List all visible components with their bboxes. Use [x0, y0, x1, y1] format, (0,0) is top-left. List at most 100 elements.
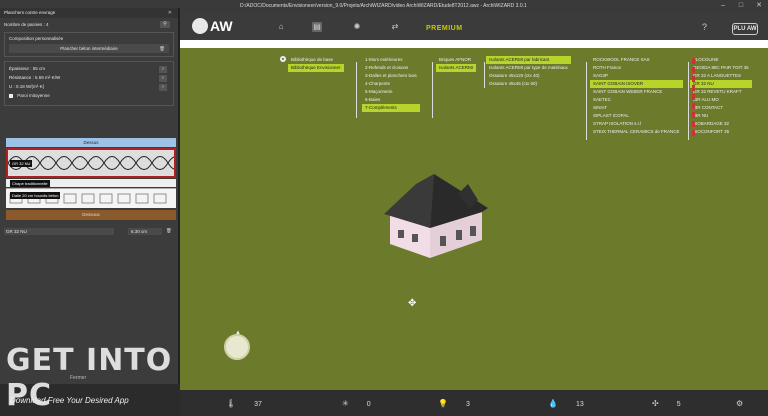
minimize-icon[interactable]: –: [714, 0, 732, 12]
home-icon[interactable]: ⌂: [276, 22, 286, 32]
light-item[interactable]: 💡 3: [438, 399, 470, 408]
product-item[interactable]: ISOBARDAGE 32: [690, 120, 752, 128]
manufacturer-item[interactable]: STEIX THERMAL CERAMICS de FRANCE: [590, 128, 683, 136]
subcategory-item[interactable]: Isolants ACERMI: [436, 64, 477, 72]
manufacturer-item[interactable]: ROCKWOOL FRANCE SAS: [590, 56, 683, 64]
trash-icon[interactable]: 🗑: [159, 44, 165, 53]
panel-title: Planchers contre envrage: [4, 10, 56, 15]
composition-label: Composition personnalisée: [9, 36, 64, 41]
product-item[interactable]: GR 32 NU: [690, 80, 752, 88]
floors-row: Nombre de paroies : 4 ⚲: [0, 18, 178, 30]
manufacturer-item[interactable]: SAETEC: [590, 96, 683, 104]
wind-item[interactable]: ✣ 5: [652, 399, 681, 408]
manufacturer-item[interactable]: SAINT GOBAIN ISOVER: [590, 80, 683, 88]
transfer-icon[interactable]: ⇄: [390, 22, 400, 32]
manufacturer-item[interactable]: SAINT GOBAIN WEBER FRANCE: [590, 88, 683, 96]
insulant-type-item[interactable]: Ossature 45x45 (ctx 60): [486, 80, 571, 88]
insulant-type-menu: Isolants ACERMI par fabricant Isolants AC…: [486, 56, 571, 88]
manufacturer-item[interactable]: SAG3P: [590, 72, 683, 80]
manufacturer-item[interactable]: SINIAT: [590, 104, 683, 112]
library-root-item[interactable]: Bibliothèque de base: [288, 56, 344, 64]
sun-icon[interactable]: ✺: [352, 22, 362, 32]
insulant-type-item[interactable]: Isolants ACERMI par type de matériaux: [486, 64, 571, 72]
close-icon[interactable]: ✕: [750, 0, 768, 12]
subcategory-item[interactable]: Briques AFNOR: [436, 56, 476, 64]
move-cursor-icon: ✥: [408, 298, 417, 309]
compass-north-icon: ▲: [235, 330, 241, 336]
category-item[interactable]: 7-Compléments: [362, 104, 420, 112]
light-value: 3: [465, 401, 470, 408]
environment-bar: 🌡 37 ✳ 0 💡 3 💧 13 ✣ 5 ⚙: [180, 390, 768, 416]
document-icon[interactable]: ▤: [312, 22, 322, 32]
u-arrow-icon[interactable]: ›: [159, 84, 167, 91]
house-model[interactable]: [370, 170, 500, 260]
element-name-field[interactable]: Plancher béton intermédiaire 🗑: [9, 44, 169, 53]
product-menu: FLOCOLINE GEOIDA 88C PAIR TOIT 35 GR 32 A …: [690, 56, 752, 136]
manufacturer-item[interactable]: ROTH France: [590, 64, 683, 72]
product-item[interactable]: GR 32 A LANGUETTES: [690, 72, 752, 80]
thickness-arrow-icon[interactable]: ›: [159, 66, 167, 73]
close-panel-button[interactable]: Fermer: [70, 375, 86, 381]
menu-connector-3: [484, 62, 485, 88]
layer-select-row: GR 32 NU 6.30 cm 🗑: [4, 228, 176, 236]
watermark-subtitle: Download Free Your Desired App: [10, 396, 129, 405]
product-item[interactable]: GR 32 REVETU KRAFT: [690, 88, 752, 96]
sun-value: 0: [366, 401, 371, 408]
temperature-value: 37: [254, 401, 262, 408]
category-item[interactable]: 4-Charpente: [362, 80, 420, 88]
category-item[interactable]: 3-Dalles et planchers bois: [362, 72, 420, 80]
gear-icon: ⚙: [736, 399, 744, 408]
top-label: Dessus: [83, 140, 99, 145]
insulant-type-item[interactable]: Isolants ACERMI par fabricant: [486, 56, 571, 64]
layer-thickness-input[interactable]: 6.30 cm: [128, 228, 162, 235]
help-icon[interactable]: ?: [702, 22, 707, 32]
category-item[interactable]: 6-Baies: [362, 96, 420, 104]
resistance-field: Résistance : 5.69 m²·K/W ›: [9, 75, 169, 83]
resistance-value: Résistance : 5.69 m²·K/W: [9, 75, 61, 80]
bottom-side-bar: Dessous: [6, 210, 176, 220]
settings-item[interactable]: ⚙: [736, 399, 761, 408]
progress-strip: [180, 40, 768, 48]
library-home-icon[interactable]: ●: [280, 56, 286, 62]
wind-value: 5: [676, 401, 681, 408]
menu-connector-2: [432, 62, 433, 118]
drops-item[interactable]: 💧 13: [548, 399, 584, 408]
category-menu: 1-Murs extérieures 2-Refends et cloisons 3…: [362, 56, 420, 112]
layer-select[interactable]: GR 32 NU: [4, 228, 114, 235]
panel-close-icon[interactable]: ✕: [168, 10, 172, 16]
floors-label: Nombre de paroies : 4: [4, 22, 49, 27]
library-root-menu: ● Bibliothèque de base Bibliothèque Envi…: [280, 56, 344, 72]
mitoyen-row[interactable]: Paroi mitoyenne: [9, 93, 169, 101]
category-item[interactable]: 2-Refends et cloisons: [362, 64, 420, 72]
thermometer-icon: 🌡: [226, 399, 237, 408]
insulation-pattern: [8, 156, 174, 170]
thickness-value: Épaisseur : 55 cm: [9, 66, 46, 71]
manufacturer-item[interactable]: STRAP ISOLATION s.r.l: [590, 120, 683, 128]
compass-widget[interactable]: ▲: [224, 330, 250, 360]
sun-rays-icon: ✳: [342, 399, 349, 408]
layer-delete-icon[interactable]: 🗑: [166, 228, 172, 234]
product-markers: [692, 58, 695, 136]
menu-connector-5: [688, 62, 689, 140]
product-item[interactable]: IBR ALU MO: [690, 96, 752, 104]
manufacturer-item[interactable]: SIPLAST ICOPAL: [590, 112, 683, 120]
sun-item[interactable]: ✳ 0: [342, 399, 371, 408]
product-item[interactable]: FLOCOLINE: [690, 56, 752, 64]
mitoyen-checkbox[interactable]: [9, 93, 13, 98]
plus-aw-button[interactable]: PLU AW: [732, 23, 758, 35]
product-item[interactable]: ISOCONFORT 35: [690, 128, 752, 136]
product-item[interactable]: IBR CONTACT: [690, 104, 752, 112]
category-item[interactable]: 5-Maçonnerie: [362, 88, 420, 96]
product-item[interactable]: GEOIDA 88C PAIR TOIT 35: [690, 64, 752, 72]
maximize-icon[interactable]: □: [732, 0, 750, 12]
bottom-label: Dessous: [82, 212, 100, 217]
library-root-selected[interactable]: Bibliothèque Envisioneer: [288, 64, 344, 72]
element-name: Plancher béton intermédiaire: [60, 46, 118, 51]
insulant-type-item[interactable]: Ossature 45x120 (ctx 40): [486, 72, 571, 80]
category-item[interactable]: 1-Murs extérieures: [362, 56, 420, 64]
3d-viewport[interactable]: ● Bibliothèque de base Bibliothèque Envi…: [180, 48, 768, 390]
product-item[interactable]: IBR NU: [690, 112, 752, 120]
pin-icon[interactable]: ⚲: [160, 21, 170, 28]
resistance-arrow-icon[interactable]: ›: [159, 75, 167, 82]
temperature-item[interactable]: 🌡 37: [226, 399, 262, 408]
